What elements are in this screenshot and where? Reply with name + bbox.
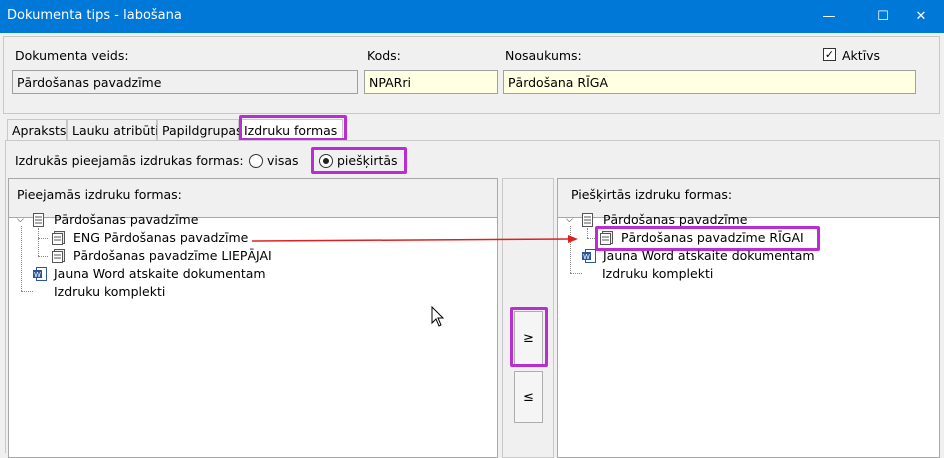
word-icon: W [582, 249, 596, 263]
tree-line [570, 273, 582, 274]
tab-papildgrupas[interactable]: Papildgrupas [157, 119, 243, 140]
radio-all-label[interactable]: visas [267, 153, 299, 168]
doc-type-field: Pārdošanas pavadzīme [12, 70, 358, 94]
code-label: Kods: [367, 48, 401, 63]
highlight-radio [311, 147, 407, 174]
chevron-down-icon[interactable]: ⌵ [566, 215, 573, 225]
svg-text:W: W [583, 253, 590, 261]
name-label: Nosaukums: [505, 48, 582, 63]
mouse-cursor-icon [431, 306, 445, 327]
tree-line [21, 291, 33, 292]
tree-item-label: Pārdošanas pavadzīme [602, 212, 748, 227]
tree-item[interactable]: W Jauna Word atskaite dokumentam [33, 265, 266, 283]
tab-lauku-atributi[interactable]: Lauku atribūti [67, 119, 159, 140]
tree-item[interactable]: Pārdošanas pavadzīme [33, 211, 198, 229]
tab-apraksts[interactable]: Apraksts [7, 119, 67, 140]
tree-item[interactable]: W Jauna Word atskaite dokumentam [582, 247, 815, 265]
word-icon: W [33, 267, 47, 281]
tree-item-label: Pārdošanas pavadzīme [53, 212, 199, 227]
highlight-add-button [510, 307, 548, 367]
document-icon [33, 213, 44, 227]
highlight-tab [239, 115, 347, 141]
tree-item-label: ENG Pārdošanas pavadzīme [72, 230, 249, 245]
tree-line [38, 228, 39, 256]
tree-line [38, 256, 48, 257]
radio-all[interactable] [249, 154, 263, 168]
tree-item-label: Jauna Word atskaite dokumentam [53, 266, 266, 281]
red-arrow-annotation [251, 235, 578, 243]
doc-type-label: Dokumenta veids: [15, 48, 129, 63]
remove-form-button[interactable]: ≤ [514, 371, 543, 423]
report-icon [52, 249, 65, 263]
tree-item-label: Izdruku komplekti [602, 266, 714, 281]
code-field[interactable]: NPARri [364, 70, 498, 94]
tree-item[interactable]: Izdruku komplekti [602, 265, 713, 283]
document-icon [582, 213, 593, 227]
filter-label: Izdrukās pieejamās izdrukas formas: [15, 153, 244, 168]
window-title: Dokumenta tips - labošana [7, 8, 182, 23]
report-icon [52, 231, 65, 245]
tree-item-label: Jauna Word atskaite dokumentam [602, 248, 815, 263]
minimize-button[interactable]: — [806, 0, 852, 33]
tree-item[interactable]: Izdruku komplekti [54, 283, 165, 301]
tree-line [21, 226, 22, 291]
tree-item-label: Izdruku komplekti [54, 284, 166, 299]
chevron-down-icon[interactable]: ⌵ [17, 215, 24, 225]
name-field[interactable]: Pārdošana RĪGA [503, 70, 916, 94]
tree-item[interactable]: Pārdošanas pavadzīme LIEPĀJAI [52, 247, 272, 265]
active-label: Aktīvs [842, 48, 881, 63]
tree-item[interactable]: ENG Pārdošanas pavadzīme [52, 229, 248, 247]
svg-text:W: W [34, 271, 41, 279]
title-bar: Dokumenta tips - labošana — ☐ ✕ [0, 0, 944, 33]
active-checkbox[interactable]: ✓ [823, 48, 836, 61]
close-button[interactable]: ✕ [898, 0, 944, 33]
tree-item-label: Pārdošanas pavadzīme LIEPĀJAI [72, 248, 272, 263]
tree-line [38, 238, 48, 239]
